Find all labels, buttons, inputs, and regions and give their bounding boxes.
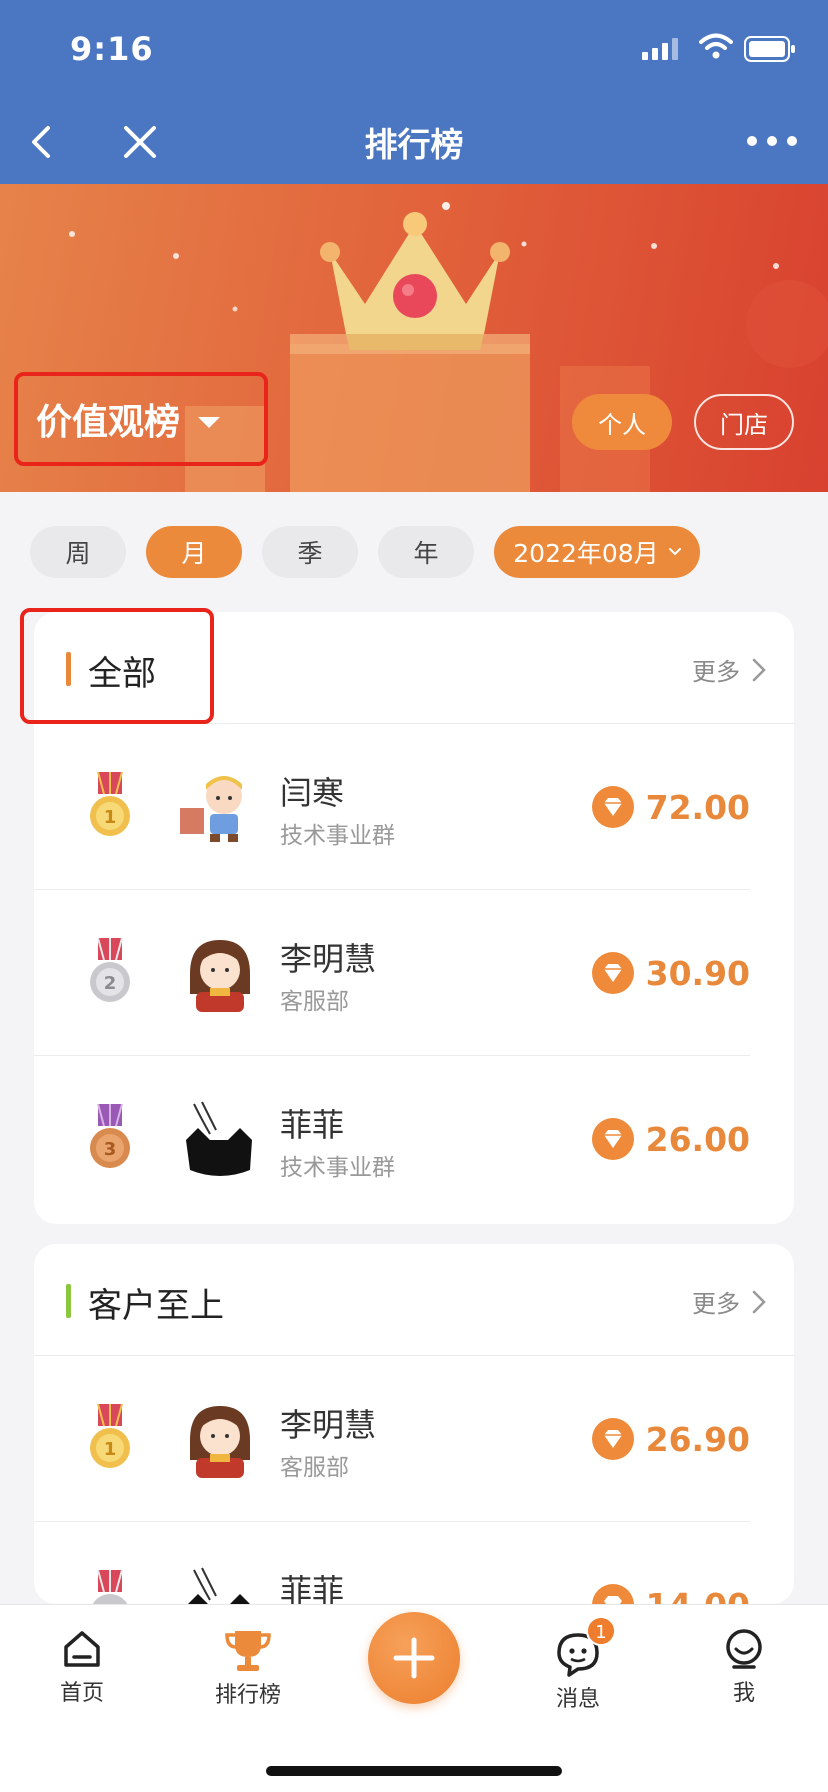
avatar <box>190 1406 250 1478</box>
date-label: 2022年08月 <box>513 539 659 568</box>
member-name: 李明慧 <box>280 940 377 978</box>
member-dept: 客服部 <box>280 1455 349 1481</box>
ranking-row[interactable]: 1 李明慧 客服部 26.90 <box>34 1356 794 1522</box>
tab-me[interactable]: 我 <box>684 1627 804 1707</box>
segment-personal[interactable]: 个人 <box>572 394 672 450</box>
message-badge: 1 <box>586 1616 616 1646</box>
score-value: 30.90 <box>645 953 750 993</box>
plus-icon <box>393 1637 435 1679</box>
battery-icon <box>744 36 795 62</box>
score: 30.90 <box>591 952 750 994</box>
period-quarter[interactable]: 季 <box>262 526 358 578</box>
segment-store[interactable]: 门店 <box>694 394 794 450</box>
board-name: 价值观榜 <box>36 402 181 443</box>
tab-label: 我 <box>732 1681 755 1706</box>
status-bar: 9:16 <box>0 0 828 100</box>
period-week[interactable]: 周 <box>30 526 126 578</box>
chevron-right-icon <box>752 658 766 681</box>
diamond-icon <box>591 786 634 828</box>
section-card-customer-first: 客户至上 更多 1 李明慧 客服部 26.90 菲菲 <box>34 1244 794 1604</box>
more-link[interactable]: 更多 <box>692 652 766 687</box>
svg-text:1: 1 <box>104 1439 117 1460</box>
member-name: 闫寒 <box>280 774 345 812</box>
avatar <box>188 1567 250 1604</box>
trophy-icon <box>225 1631 271 1671</box>
tab-label: 排行榜 <box>214 1683 281 1708</box>
chevron-right-icon <box>752 1290 766 1313</box>
section-accent-bar <box>66 1284 71 1318</box>
diamond-icon <box>591 1418 634 1460</box>
more-label: 更多 <box>692 1290 740 1318</box>
svg-text:3: 3 <box>104 1139 117 1160</box>
diamond-icon <box>591 1584 634 1604</box>
tab-ranking[interactable]: 排行榜 <box>188 1627 308 1709</box>
period-year[interactable]: 年 <box>378 526 474 578</box>
nav-bar: 排行榜 <box>0 100 828 184</box>
score-value: 26.00 <box>645 1119 750 1159</box>
member-name: 菲菲 <box>280 1572 345 1604</box>
more-link[interactable]: 更多 <box>692 1284 766 1319</box>
score: 26.90 <box>591 1418 750 1460</box>
score: 72.00 <box>591 786 750 828</box>
chevron-down-icon <box>668 548 681 556</box>
score-value: 72.00 <box>645 787 750 827</box>
cellular-signal-icon <box>642 38 678 60</box>
score: 26.00 <box>591 1118 750 1160</box>
avatar <box>180 776 242 842</box>
member-dept: 技术事业群 <box>280 823 395 849</box>
tab-label: 首页 <box>59 1681 104 1706</box>
gold-medal-icon: 1 <box>90 1404 130 1468</box>
member-dept: 技术事业群 <box>280 1155 395 1181</box>
ranking-row[interactable]: 1 闫寒 技术事业群 72.00 <box>34 724 794 890</box>
ranking-row[interactable]: 2 菲菲 14.00 <box>34 1522 794 1604</box>
svg-text:2: 2 <box>104 973 117 994</box>
section-title: 客户至上 <box>88 1286 224 1326</box>
dropdown-caret-icon <box>198 416 221 428</box>
gold-medal-icon: 1 <box>90 772 130 836</box>
avatar <box>190 940 250 1012</box>
period-month[interactable]: 月 <box>146 526 242 578</box>
more-label: 更多 <box>692 658 740 686</box>
svg-text:1: 1 <box>104 807 117 828</box>
home-indicator <box>266 1766 562 1776</box>
leaderboard-banner: 价值观榜 个人 门店 <box>0 184 828 492</box>
top-bar: 9:16 排行榜 <box>0 0 828 184</box>
date-picker[interactable]: 2022年08月 <box>494 526 700 578</box>
add-button[interactable] <box>368 1612 460 1704</box>
tab-messages[interactable]: 消息 <box>518 1631 638 1713</box>
silver-medal-icon: 2 <box>90 938 130 1002</box>
tab-label: 消息 <box>555 1687 600 1712</box>
ranking-row[interactable]: 2 李明慧 客服部 30.90 <box>34 890 794 1056</box>
highlight-box <box>20 608 214 724</box>
score-value: 26.90 <box>645 1419 750 1459</box>
diamond-icon <box>591 952 634 994</box>
home-icon <box>64 1631 100 1667</box>
more-options-icon[interactable] <box>744 126 800 156</box>
wifi-icon <box>699 33 733 59</box>
board-selector[interactable]: 价值观榜 <box>14 372 268 466</box>
silver-medal-icon: 2 <box>92 1570 128 1604</box>
member-name: 菲菲 <box>280 1106 345 1144</box>
page-title: 排行榜 <box>364 125 464 164</box>
bronze-medal-icon: 3 <box>90 1104 130 1168</box>
diamond-icon <box>591 1118 634 1160</box>
ranking-row[interactable]: 3 菲菲 技术事业群 26.00 <box>34 1056 794 1222</box>
tab-home[interactable]: 首页 <box>22 1627 142 1707</box>
score: 14.00 <box>591 1584 750 1605</box>
user-icon <box>726 1629 762 1669</box>
period-filter: 周 月 季 年 2022年08月 <box>0 492 828 612</box>
avatar <box>186 1101 252 1176</box>
section-header: 客户至上 更多 <box>34 1244 794 1356</box>
member-dept: 客服部 <box>280 989 349 1015</box>
status-time: 9:16 <box>70 30 154 68</box>
member-name: 李明慧 <box>280 1406 377 1444</box>
score-value: 14.00 <box>646 1586 750 1605</box>
